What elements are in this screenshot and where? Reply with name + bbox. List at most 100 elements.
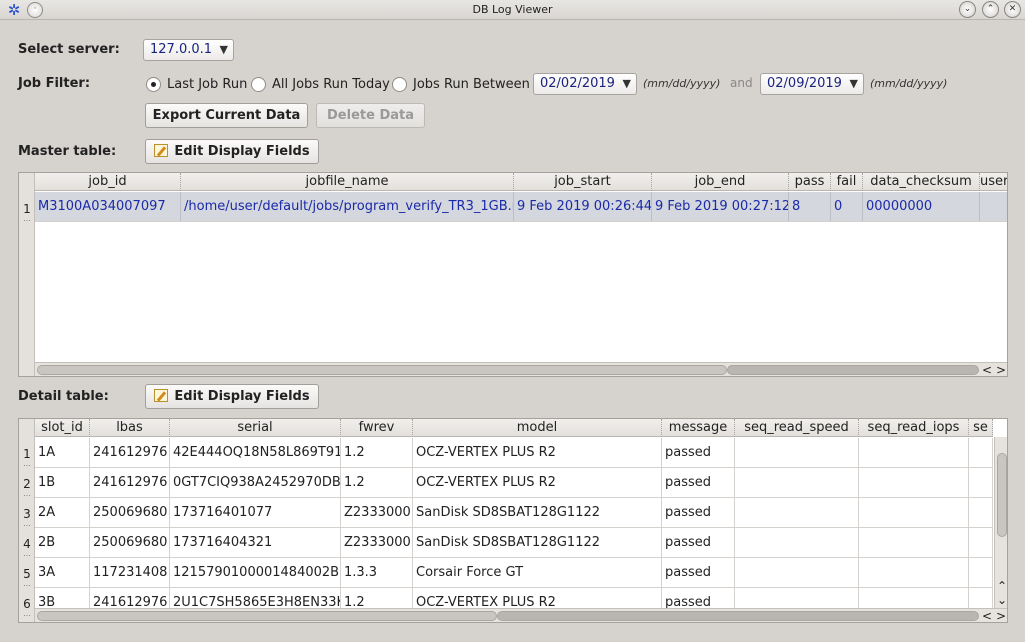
column-header[interactable]: seq_read_iops xyxy=(859,419,969,437)
cell-lbas[interactable]: 241612976 xyxy=(90,438,170,468)
column-header[interactable]: job_start xyxy=(514,173,652,191)
master-horizontal-scrollbar[interactable]: < > xyxy=(35,362,1007,376)
to-date-select[interactable]: 02/09/2019 ▼ xyxy=(760,73,864,95)
column-header[interactable]: fwrev xyxy=(341,419,413,437)
maximize-button[interactable]: ⌃ xyxy=(982,1,999,18)
column-header[interactable]: pass xyxy=(789,173,831,191)
scrollbar-thumb[interactable] xyxy=(997,453,1007,537)
cell-model[interactable]: OCZ-VERTEX PLUS R2 xyxy=(413,438,662,468)
cell-seq-read-speed[interactable] xyxy=(735,438,859,468)
cell-slot-id[interactable]: 2A xyxy=(35,498,90,528)
cell-model[interactable]: OCZ-VERTEX PLUS R2 xyxy=(413,468,662,498)
row-number[interactable]: 2… xyxy=(19,478,35,498)
cell-message[interactable]: passed xyxy=(662,468,735,498)
scrollbar-thumb[interactable] xyxy=(37,365,727,375)
column-header[interactable]: job_id xyxy=(35,173,181,191)
from-date-select[interactable]: 02/02/2019 ▼ xyxy=(533,73,637,95)
table-row[interactable]: 2A 250069680 173716401077 Z2333000 SanDisk S… xyxy=(35,498,993,528)
table-row[interactable]: M3100A034007097 /home/user/default/jobs/… xyxy=(35,192,1007,222)
column-header[interactable]: seq_read_speed xyxy=(735,419,859,437)
cell-message[interactable]: passed xyxy=(662,558,735,588)
cell-lbas[interactable]: 250069680 xyxy=(90,498,170,528)
cell-slot-id[interactable]: 3A xyxy=(35,558,90,588)
cell-seq-read-speed[interactable] xyxy=(735,468,859,498)
row-number[interactable]: 5… xyxy=(19,568,35,588)
cell-jobfile-name[interactable]: /home/user/default/jobs/program_verify_T… xyxy=(181,192,514,222)
scroll-up-icon[interactable]: ⌃ xyxy=(995,579,1007,594)
cell-seq-read-speed[interactable] xyxy=(735,558,859,588)
row-number[interactable]: 1… xyxy=(19,448,35,468)
scroll-right-icon[interactable]: > xyxy=(994,609,1007,622)
close-button[interactable]: ✕ xyxy=(1004,1,1021,18)
cell-se[interactable] xyxy=(969,468,993,498)
table-row[interactable]: 1A 241612976 42E444OQ18N58L869T91 1.2 OCZ-VE… xyxy=(35,438,993,468)
column-header[interactable]: model xyxy=(413,419,662,437)
cell-se[interactable] xyxy=(969,438,993,468)
cell-data-checksum[interactable]: 00000000 xyxy=(863,192,980,222)
table-row[interactable]: 1B 241612976 0GT7CIQ938A2452970DB 1.2 OCZ-VE… xyxy=(35,468,993,498)
cell-fwrev[interactable]: 1.2 xyxy=(341,438,413,468)
row-number[interactable]: 1… xyxy=(19,203,35,223)
cell-serial[interactable]: 1215790100001484002B xyxy=(170,558,341,588)
radio-jobs-between[interactable]: Jobs Run Between xyxy=(392,76,530,92)
cell-fwrev[interactable]: 1.2 xyxy=(341,468,413,498)
cell-fail[interactable]: 0 xyxy=(831,192,863,222)
column-header[interactable]: serial xyxy=(170,419,341,437)
cell-message[interactable]: passed xyxy=(662,438,735,468)
cell-serial[interactable]: 173716401077 xyxy=(170,498,341,528)
cell-slot-id[interactable]: 2B xyxy=(35,528,90,558)
row-number[interactable]: 6… xyxy=(19,598,35,618)
cell-lbas[interactable]: 117231408 xyxy=(90,558,170,588)
column-header[interactable]: message xyxy=(662,419,735,437)
cell-fwrev[interactable]: 1.3.3 xyxy=(341,558,413,588)
radio-last-job-run[interactable]: Last Job Run xyxy=(146,76,247,92)
cell-se[interactable] xyxy=(969,528,993,558)
cell-message[interactable]: passed xyxy=(662,498,735,528)
cell-seq-read-iops[interactable] xyxy=(859,468,969,498)
table-row[interactable]: 3A 117231408 1215790100001484002B 1.3.3 Cors… xyxy=(35,558,993,588)
cell-pass[interactable]: 8 xyxy=(789,192,831,222)
row-number[interactable]: 4… xyxy=(19,538,35,558)
detail-horizontal-scrollbar[interactable]: < > xyxy=(35,608,1007,622)
cell-slot-id[interactable]: 1A xyxy=(35,438,90,468)
column-header[interactable]: user_c xyxy=(980,173,1007,191)
cell-user-c[interactable] xyxy=(980,192,1007,222)
column-header[interactable]: se xyxy=(969,419,993,437)
column-header[interactable]: jobfile_name xyxy=(181,173,514,191)
cell-se[interactable] xyxy=(969,558,993,588)
column-header[interactable]: lbas xyxy=(90,419,170,437)
scroll-down-icon[interactable]: ⌄ xyxy=(995,593,1007,608)
column-header[interactable]: data_checksum xyxy=(863,173,980,191)
table-row[interactable]: 2B 250069680 173716404321 Z2333000 SanDisk S… xyxy=(35,528,993,558)
cell-job-id[interactable]: M3100A034007097 xyxy=(35,192,181,222)
cell-fwrev[interactable]: Z2333000 xyxy=(341,528,413,558)
cell-seq-read-iops[interactable] xyxy=(859,438,969,468)
delete-data-button[interactable]: Delete Data xyxy=(316,103,425,128)
cell-job-start[interactable]: 9 Feb 2019 00:26:44 xyxy=(514,192,652,222)
scrollbar-track[interactable] xyxy=(727,365,979,375)
radio-button-selected[interactable] xyxy=(146,76,161,92)
radio-button[interactable] xyxy=(251,76,266,92)
radio-all-jobs-today[interactable]: All Jobs Run Today xyxy=(251,76,390,92)
cell-se[interactable] xyxy=(969,498,993,528)
cell-seq-read-speed[interactable] xyxy=(735,528,859,558)
detail-vertical-scrollbar[interactable]: ⌃ ⌄ xyxy=(994,437,1007,609)
scrollbar-thumb[interactable] xyxy=(37,611,497,621)
cell-model[interactable]: SanDisk SD8SBAT128G1122 xyxy=(413,498,662,528)
column-header[interactable]: slot_id xyxy=(35,419,90,437)
cell-fwrev[interactable]: Z2333000 xyxy=(341,498,413,528)
cell-seq-read-iops[interactable] xyxy=(859,528,969,558)
cell-model[interactable]: SanDisk SD8SBAT128G1122 xyxy=(413,528,662,558)
cell-message[interactable]: passed xyxy=(662,528,735,558)
row-number[interactable]: 3… xyxy=(19,508,35,528)
cell-slot-id[interactable]: 1B xyxy=(35,468,90,498)
scroll-left-icon[interactable]: < xyxy=(980,363,994,376)
cell-seq-read-iops[interactable] xyxy=(859,558,969,588)
cell-lbas[interactable]: 250069680 xyxy=(90,528,170,558)
column-header[interactable]: fail xyxy=(831,173,863,191)
cell-job-end[interactable]: 9 Feb 2019 00:27:12 xyxy=(652,192,789,222)
scroll-right-icon[interactable]: > xyxy=(994,363,1007,376)
server-select[interactable]: 127.0.0.1 ▼ xyxy=(143,39,234,61)
cell-serial[interactable]: 173716404321 xyxy=(170,528,341,558)
export-current-data-button[interactable]: Export Current Data xyxy=(145,103,308,128)
